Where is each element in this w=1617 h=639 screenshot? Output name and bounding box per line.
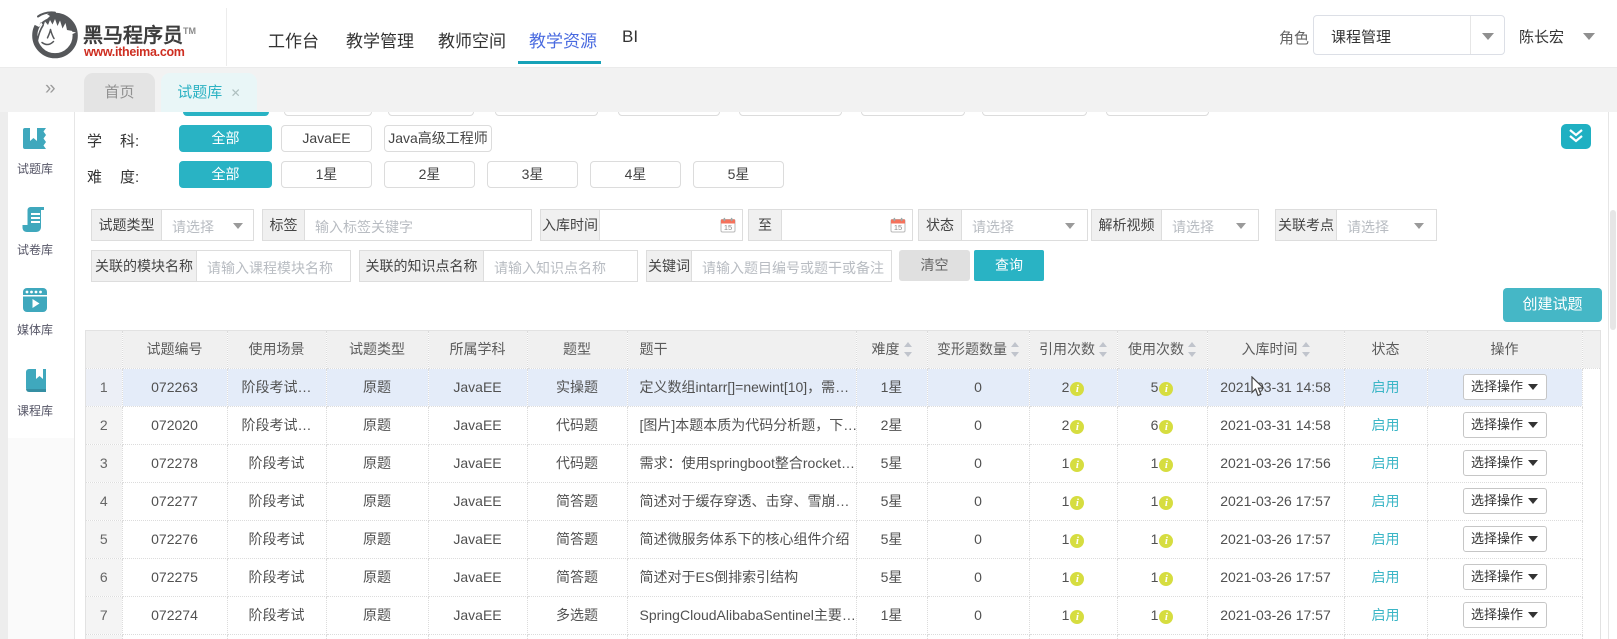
svg-text:15: 15 [724,223,732,232]
svg-text:15: 15 [894,223,902,232]
